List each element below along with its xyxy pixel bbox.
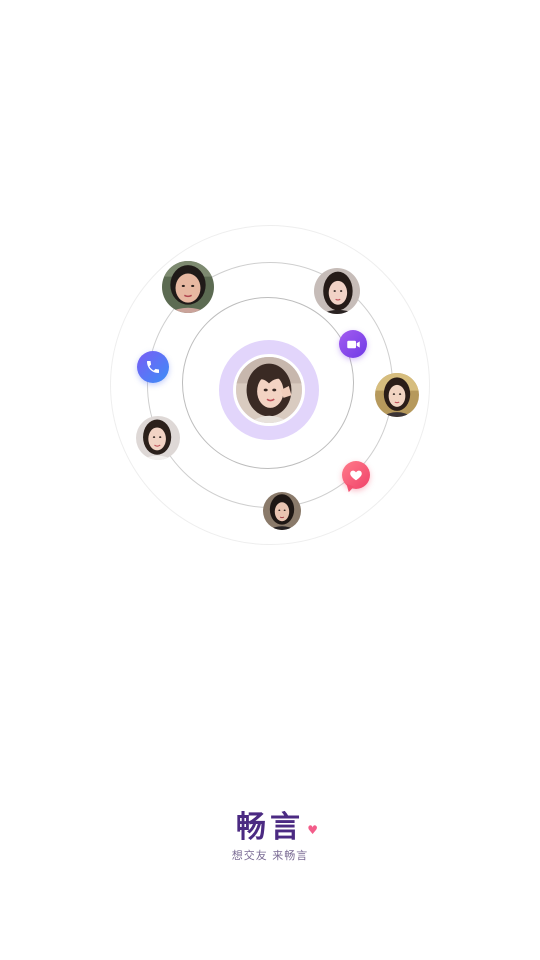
brand-name: 畅言: [236, 810, 304, 845]
avatar-top-right: [314, 268, 360, 314]
splash-screen: 畅言 ♥ 想交友 来畅言: [0, 0, 540, 960]
heart-chat-button[interactable]: [342, 461, 370, 489]
center-avatar: [233, 354, 305, 426]
brand-block: 畅言 ♥ 想交友 来畅言: [0, 808, 540, 864]
brand-logo: 畅言 ♥: [236, 808, 318, 848]
phone-icon: [147, 361, 159, 373]
video-camera-icon: [346, 340, 360, 348]
heart-chat-icon: [350, 470, 362, 481]
avatar-right: [375, 373, 419, 417]
avatar-top-left: [162, 261, 214, 313]
video-call-button[interactable]: [339, 330, 367, 358]
avatar-bottom: [263, 492, 301, 530]
avatar-left: [136, 416, 180, 460]
heart-icon: ♥: [307, 823, 318, 837]
brand-slogan: 想交友 来畅言: [231, 849, 309, 862]
phone-call-button[interactable]: [137, 351, 169, 383]
